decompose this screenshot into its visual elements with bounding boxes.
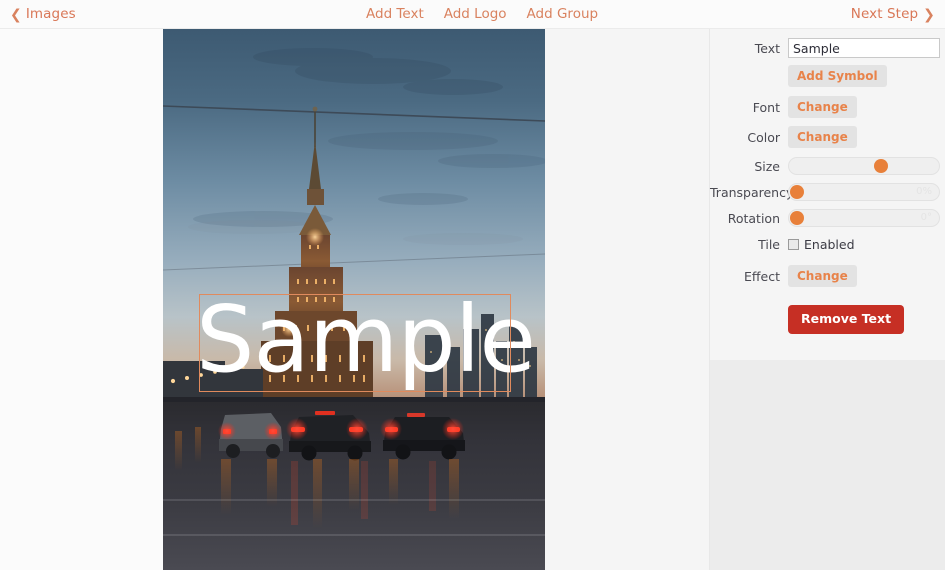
color-row: Color Change	[710, 126, 945, 148]
add-symbol-row: Add Symbol	[710, 65, 945, 87]
canvas-lower-area	[0, 361, 710, 570]
tile-label: Tile	[758, 237, 780, 252]
size-slider[interactable]	[788, 157, 940, 175]
rotation-slider[interactable]: 0°	[788, 209, 940, 227]
rotation-label: Rotation	[727, 210, 780, 226]
effect-label: Effect	[744, 268, 780, 284]
transparency-slider[interactable]: 0%	[788, 183, 940, 201]
watermark-editor-app: ❮ Images Add Text Add Logo Add Group Next…	[0, 0, 945, 570]
next-step-label: Next Step	[850, 6, 919, 22]
add-symbol-button[interactable]: Add Symbol	[788, 65, 887, 87]
transparency-label: Transparency	[710, 184, 794, 200]
color-label: Color	[747, 129, 780, 145]
transparency-row: Transparency 0%	[710, 183, 945, 201]
back-to-images-button[interactable]: ❮ Images	[10, 6, 76, 23]
font-label: Font	[752, 99, 780, 115]
watermark-text-input[interactable]	[788, 38, 940, 58]
font-row: Font Change	[710, 96, 945, 118]
chevron-right-icon: ❯	[923, 7, 935, 23]
add-text-button[interactable]: Add Text	[366, 6, 424, 22]
rotation-slider-value: 0°	[920, 212, 932, 223]
next-step-button[interactable]: Next Step ❯	[851, 6, 935, 23]
size-row: Size	[710, 157, 945, 175]
rotation-row: Rotation 0°	[710, 209, 945, 227]
transparency-slider-handle[interactable]	[790, 185, 804, 199]
text-label: Text	[754, 40, 780, 56]
tile-enabled-label[interactable]: Enabled	[804, 237, 855, 252]
size-slider-handle[interactable]	[874, 159, 889, 173]
tile-row: Tile Enabled	[710, 237, 945, 252]
text-row: Text	[710, 38, 945, 58]
rotation-slider-handle[interactable]	[790, 211, 804, 225]
remove-text-row: Remove Text	[710, 305, 945, 334]
add-group-button[interactable]: Add Group	[527, 6, 599, 22]
chevron-left-icon: ❮	[10, 7, 22, 23]
size-label: Size	[754, 158, 780, 174]
top-toolbar: ❮ Images Add Text Add Logo Add Group Next…	[0, 0, 945, 29]
back-to-images-label: Images	[25, 6, 76, 22]
color-change-button[interactable]: Change	[788, 126, 857, 148]
add-logo-button[interactable]: Add Logo	[444, 6, 507, 22]
effect-change-button[interactable]: Change	[788, 265, 857, 287]
toolbar-actions: Add Text Add Logo Add Group	[366, 6, 598, 22]
remove-text-button[interactable]: Remove Text	[788, 305, 905, 334]
panel-lower-area	[710, 361, 945, 570]
tile-enabled-checkbox[interactable]	[788, 239, 799, 250]
effect-row: Effect Change	[710, 265, 945, 287]
font-change-button[interactable]: Change	[788, 96, 857, 118]
text-properties-panel: Text Add Symbol Font Change Color Change…	[710, 29, 945, 361]
transparency-slider-value: 0%	[916, 186, 932, 197]
